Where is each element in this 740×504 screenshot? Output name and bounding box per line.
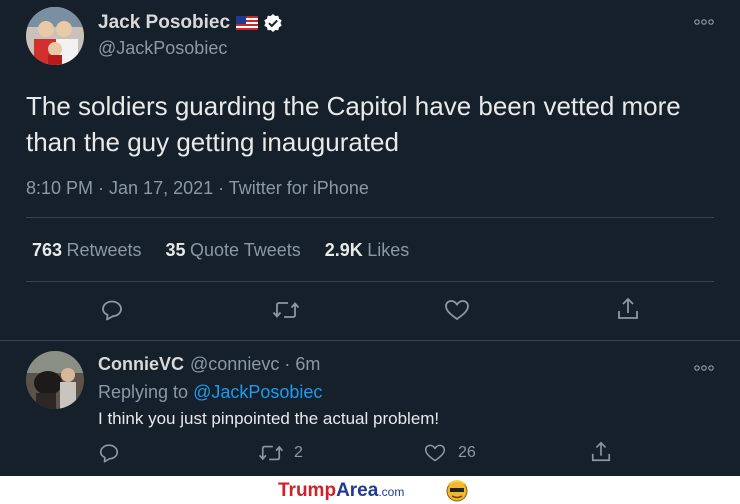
reply-like-count: 26 bbox=[458, 444, 476, 461]
reply-like-button[interactable]: 26 bbox=[424, 442, 476, 464]
divider bbox=[0, 340, 740, 341]
likes-stat[interactable]: 2.9K Likes bbox=[325, 240, 410, 261]
retweets-stat[interactable]: 763 Retweets bbox=[32, 240, 142, 261]
likes-label: Likes bbox=[367, 240, 410, 260]
us-flag-icon bbox=[236, 16, 259, 30]
author-name[interactable]: Jack Posobiec bbox=[98, 12, 230, 34]
divider bbox=[26, 281, 714, 282]
replying-to-label: Replying to bbox=[98, 382, 189, 402]
retweet-icon[interactable] bbox=[272, 298, 300, 322]
quotes-stat[interactable]: 35 Quote Tweets bbox=[166, 240, 301, 261]
reply-share-icon[interactable] bbox=[590, 440, 612, 464]
quotes-count: 35 bbox=[165, 240, 186, 260]
more-icon[interactable] bbox=[694, 14, 714, 29]
tweet-text: The soldiers guarding the Capitol have b… bbox=[26, 91, 681, 157]
reply-retweet-button[interactable]: 2 bbox=[258, 442, 303, 464]
author-avatar[interactable] bbox=[26, 7, 84, 65]
likes-count: 2.9K bbox=[324, 240, 363, 260]
divider bbox=[26, 217, 714, 218]
reply-author-name[interactable]: ConnieVC bbox=[98, 354, 184, 375]
watermark-bar: Trump Area .com bbox=[0, 476, 740, 504]
reply-icon[interactable] bbox=[100, 298, 124, 322]
share-icon[interactable] bbox=[616, 296, 640, 322]
watermark-logo: Trump Area .com bbox=[278, 480, 404, 502]
reply-author-handle[interactable]: @connievc bbox=[190, 354, 279, 375]
quotes-label: Quote Tweets bbox=[190, 240, 301, 260]
reply-retweet-icon bbox=[258, 442, 284, 464]
watermark-brand-part2: Area bbox=[336, 480, 379, 501]
reply-retweet-count: 2 bbox=[294, 444, 303, 461]
reply-time[interactable]: · 6m bbox=[284, 354, 320, 375]
reply-more-icon[interactable] bbox=[694, 360, 714, 375]
author-name-row: Jack Posobiec bbox=[98, 12, 283, 34]
reply-header: ConnieVC @connievc · 6m bbox=[98, 354, 320, 375]
watermark-face-icon bbox=[444, 477, 470, 504]
like-icon[interactable] bbox=[444, 298, 470, 322]
tweet-stats: 763 Retweets 35 Quote Tweets 2.9K Likes bbox=[32, 240, 409, 261]
reply-text: I think you just pinpointed the actual p… bbox=[98, 409, 440, 428]
author-handle[interactable]: @JackPosobiec bbox=[98, 38, 227, 59]
retweets-count: 763 bbox=[32, 240, 63, 260]
replying-to-handle[interactable]: @JackPosobiec bbox=[193, 382, 322, 402]
watermark-brand-suffix: .com bbox=[378, 485, 405, 499]
tweet-panel: Jack Posobiec @JackPosobiec The soldiers… bbox=[0, 0, 740, 476]
reply-reply-icon[interactable] bbox=[98, 442, 120, 464]
watermark-brand-part1: Trump bbox=[278, 480, 337, 501]
replying-to: Replying to @JackPosobiec bbox=[98, 382, 322, 403]
reply-author-avatar[interactable] bbox=[26, 351, 84, 409]
tweet-meta: 8:10 PM · Jan 17, 2021 · Twitter for iPh… bbox=[26, 178, 369, 198]
retweets-label: Retweets bbox=[66, 240, 142, 260]
reply-like-icon bbox=[424, 442, 446, 464]
verified-icon bbox=[263, 13, 283, 33]
